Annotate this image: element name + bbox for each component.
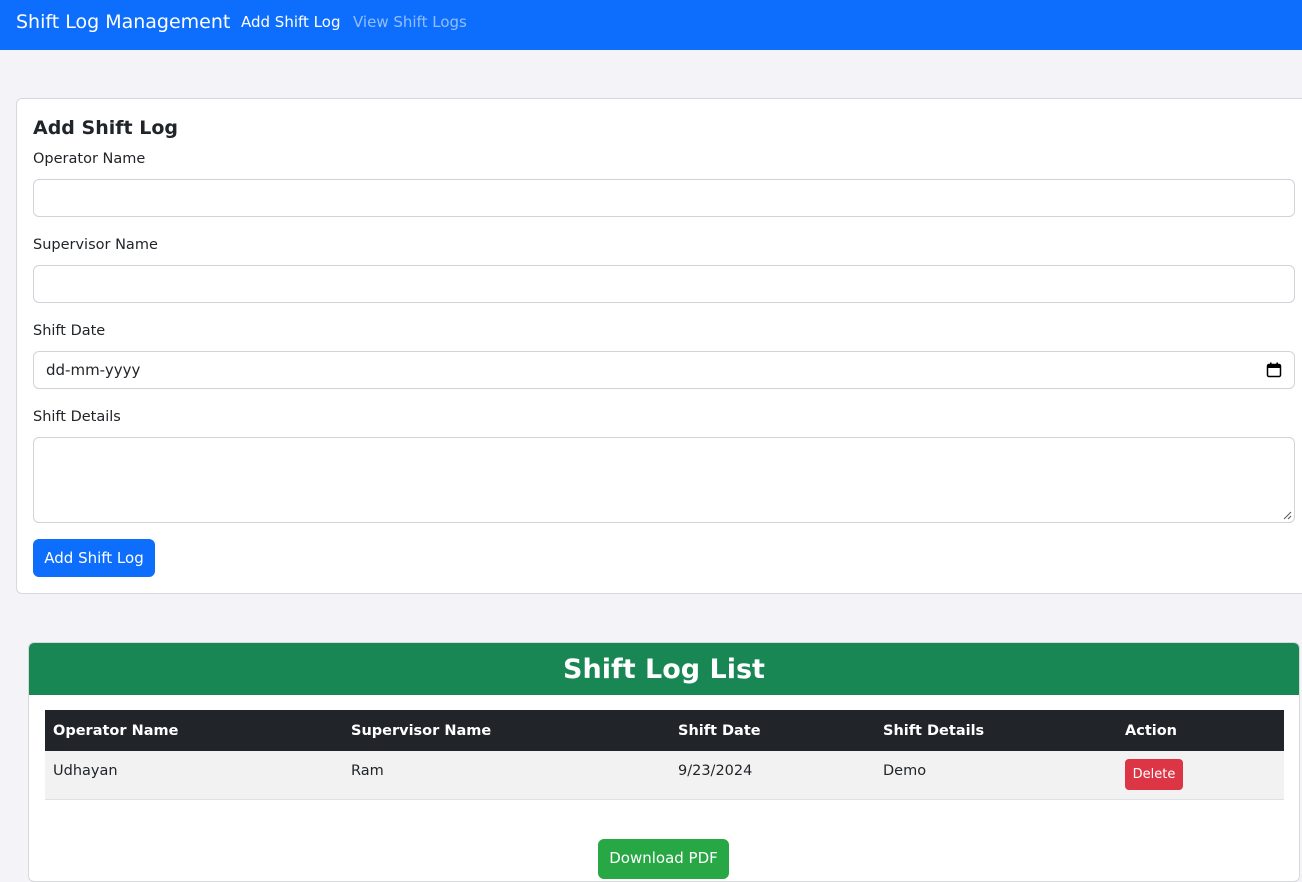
download-pdf-button[interactable]: Download PDF xyxy=(598,839,729,879)
cell-date: 9/23/2024 xyxy=(678,763,753,779)
supervisor-name-label: Supervisor Name xyxy=(33,237,158,253)
column-header-operator: Operator Name xyxy=(53,722,179,739)
date-placeholder: dd-mm-yyyy xyxy=(46,361,141,379)
column-header-action: Action xyxy=(1125,722,1178,739)
table-header-row: Operator Name Supervisor Name Shift Date… xyxy=(45,710,1284,751)
nav-add-shift-log[interactable]: Add Shift Log xyxy=(241,13,340,31)
form-title: Add Shift Log xyxy=(33,117,178,139)
shift-log-table: Operator Name Supervisor Name Shift Date… xyxy=(45,710,1284,800)
shift-log-list-card: Shift Log List Operator Name Supervisor … xyxy=(28,642,1300,882)
operator-name-input[interactable] xyxy=(33,179,1295,217)
cell-operator: Udhayan xyxy=(53,763,118,779)
shift-details-textarea[interactable] xyxy=(33,437,1295,523)
cell-action: Delete xyxy=(1117,751,1284,799)
shift-details-label: Shift Details xyxy=(33,409,121,425)
table-row: Udhayan Ram 9/23/2024 Demo Delete xyxy=(45,751,1284,799)
supervisor-name-input[interactable] xyxy=(33,265,1295,303)
add-shift-log-button[interactable]: Add Shift Log xyxy=(33,539,155,577)
list-title: Shift Log List xyxy=(29,643,1299,695)
cell-supervisor: Ram xyxy=(351,763,384,779)
column-header-supervisor: Supervisor Name xyxy=(351,722,492,739)
nav-view-shift-logs[interactable]: View Shift Logs xyxy=(353,13,467,31)
delete-button[interactable]: Delete xyxy=(1125,759,1183,790)
shift-date-input[interactable]: dd-mm-yyyy xyxy=(33,351,1295,389)
calendar-icon[interactable] xyxy=(1266,362,1282,378)
column-header-date: Shift Date xyxy=(678,722,761,739)
cell-details: Demo xyxy=(883,763,927,779)
column-header-details: Shift Details xyxy=(883,722,985,739)
operator-name-label: Operator Name xyxy=(33,151,146,167)
resize-grip-icon[interactable] xyxy=(1282,510,1292,520)
shift-date-label: Shift Date xyxy=(33,323,106,339)
add-shift-log-card: Add Shift Log Operator Name Supervisor N… xyxy=(16,98,1302,594)
top-navbar: Shift Log Management Add Shift Log View … xyxy=(0,0,1302,50)
navbar-brand[interactable]: Shift Log Management xyxy=(16,11,230,33)
